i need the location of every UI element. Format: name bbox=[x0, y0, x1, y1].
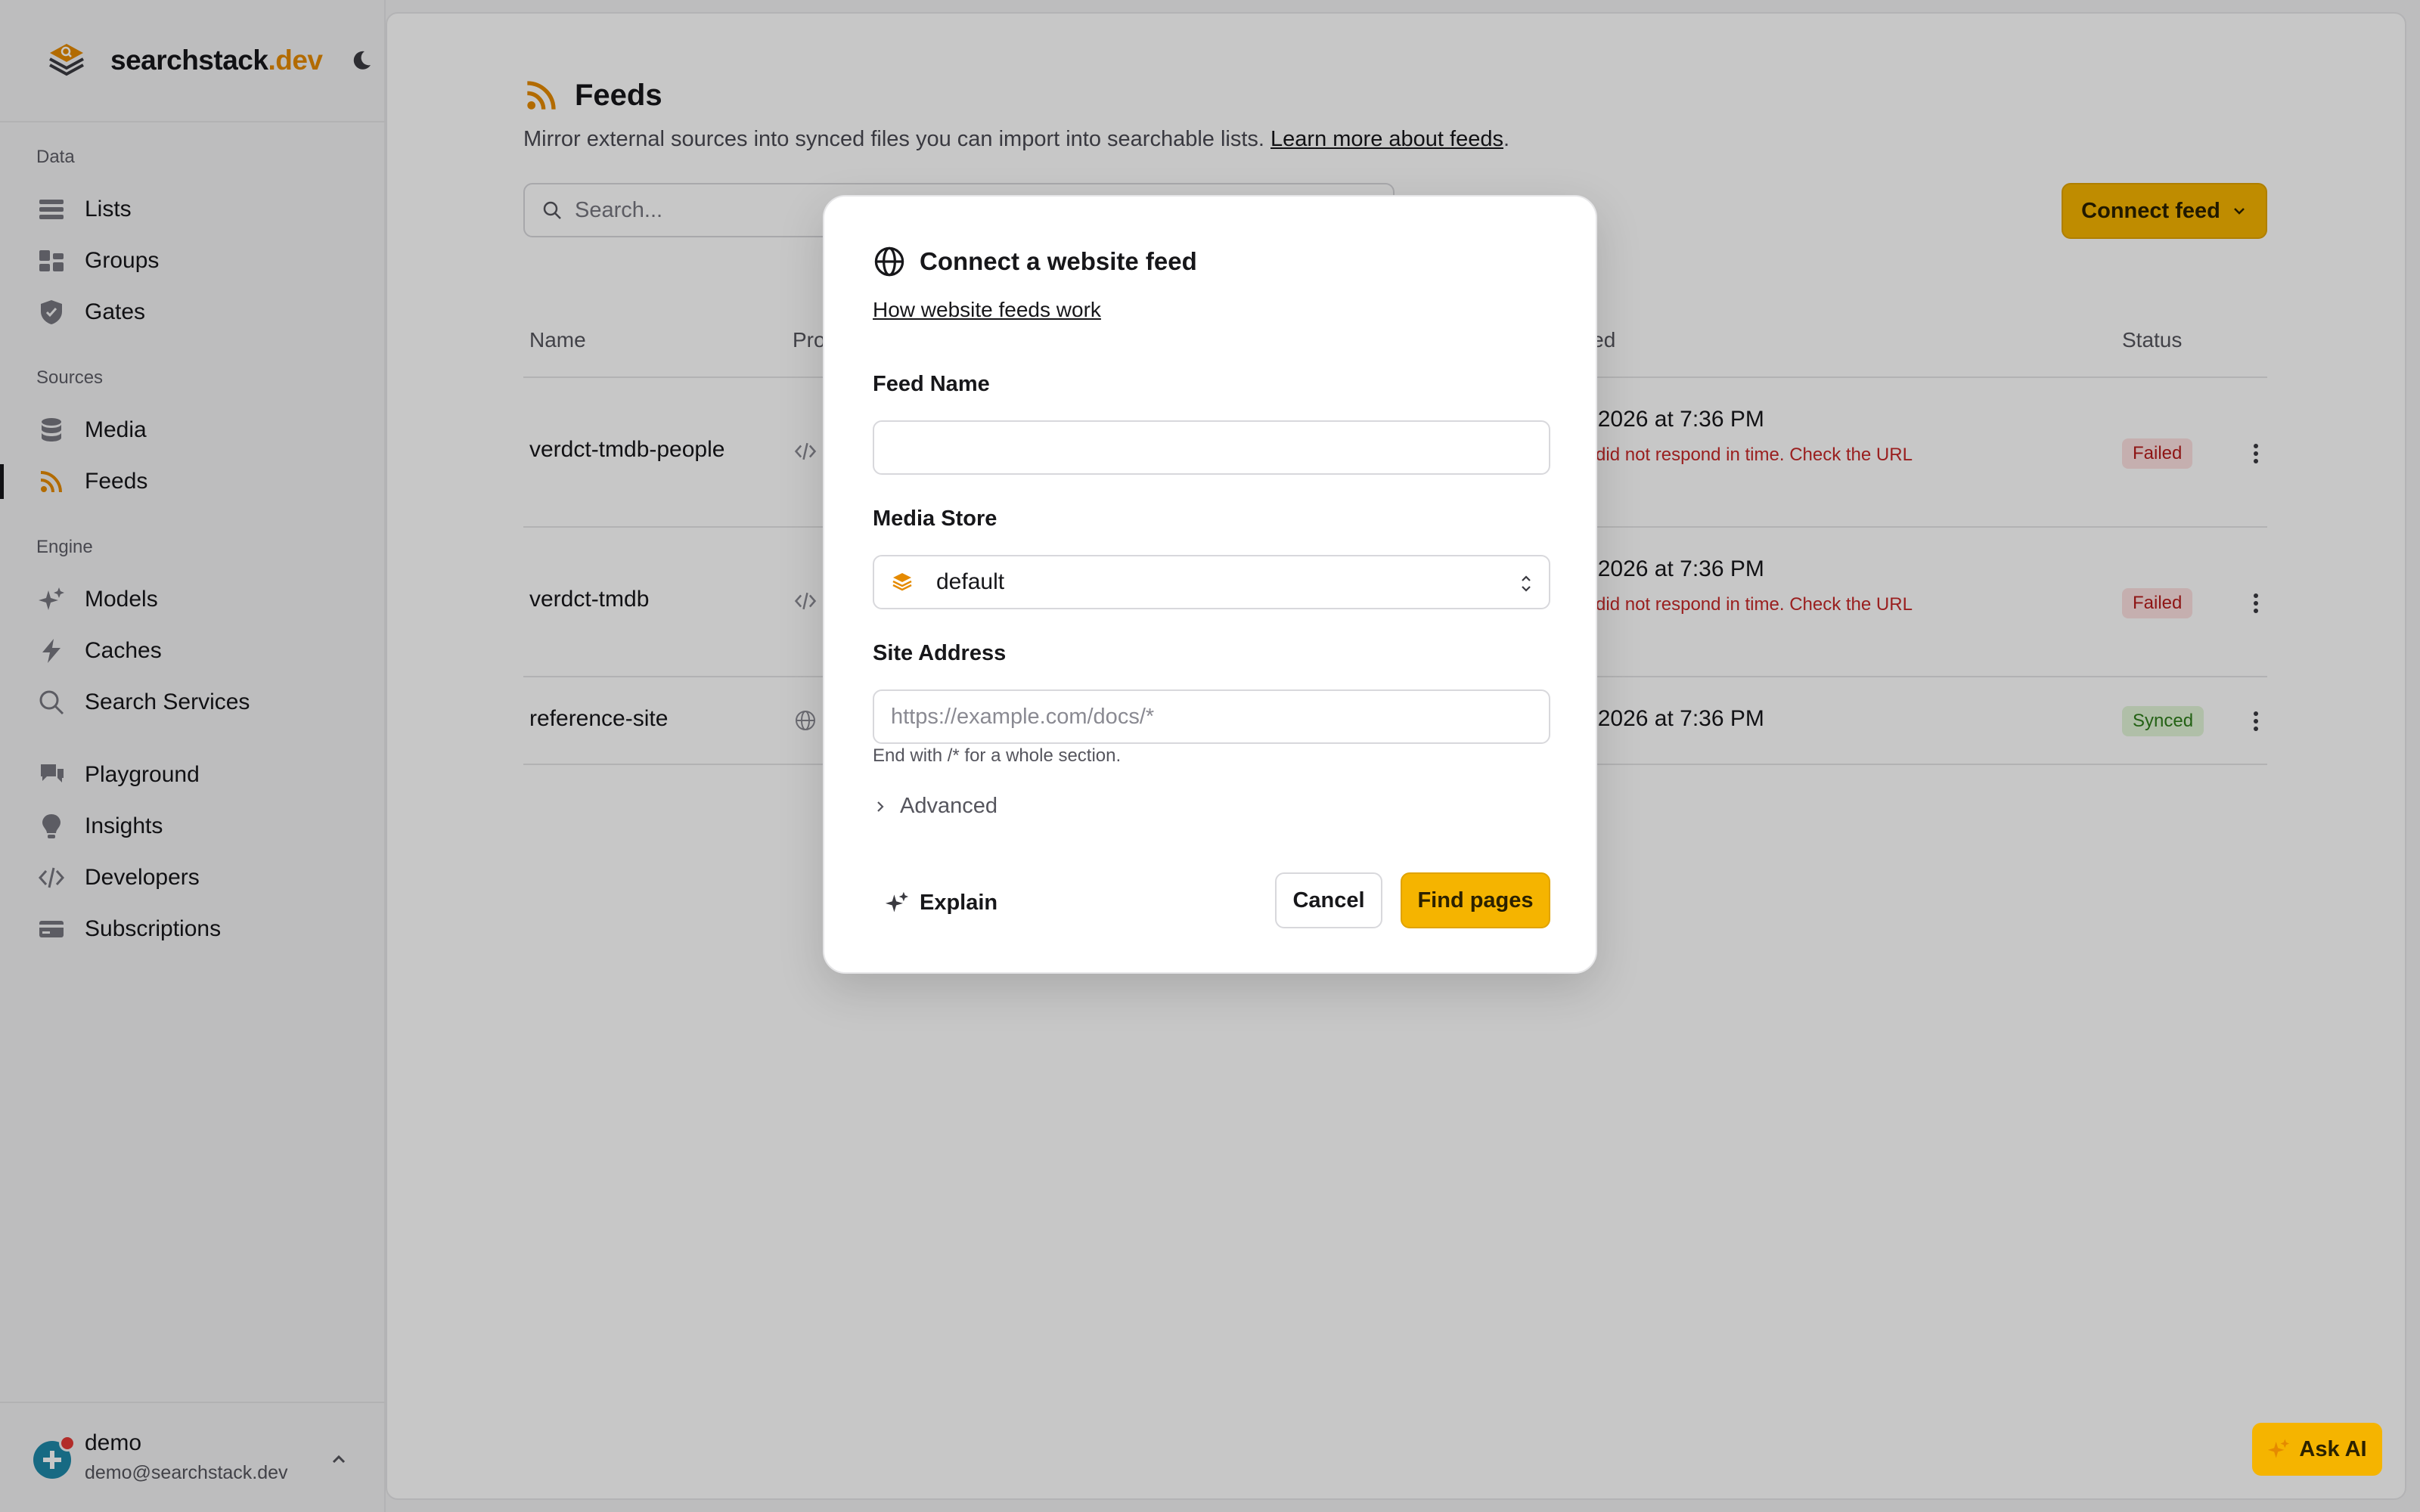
find-pages-button[interactable]: Find pages bbox=[1401, 872, 1550, 928]
feed-name-label: Feed Name bbox=[873, 372, 990, 396]
connect-feed-dialog: Connect a website feed How website feeds… bbox=[823, 195, 1597, 974]
stack-icon bbox=[892, 573, 912, 591]
explain-label: Explain bbox=[920, 890, 998, 915]
feed-name-input[interactable] bbox=[873, 420, 1550, 475]
advanced-toggle[interactable]: Advanced bbox=[873, 794, 997, 819]
sparkles-icon bbox=[885, 891, 909, 912]
ask-ai-label: Ask AI bbox=[2299, 1436, 2367, 1461]
how-feeds-work-link[interactable]: How website feeds work bbox=[873, 298, 1101, 322]
chevron-updown-icon bbox=[1522, 575, 1531, 592]
site-address-label: Site Address bbox=[873, 641, 1007, 665]
globe-icon bbox=[874, 246, 904, 277]
site-address-hint: End with /* for a whole section. bbox=[873, 745, 1122, 766]
cancel-button[interactable]: Cancel bbox=[1275, 872, 1382, 928]
chevron-right-icon bbox=[877, 801, 884, 812]
explain-button[interactable]: Explain bbox=[885, 875, 997, 930]
media-store-select[interactable]: default bbox=[873, 555, 1550, 609]
dialog-title: Connect a website feed bbox=[920, 247, 1197, 275]
dialog-header: Connect a website feed bbox=[873, 245, 1197, 278]
media-store-label: Media Store bbox=[873, 507, 997, 531]
ask-ai-button[interactable]: Ask AI bbox=[2252, 1423, 2382, 1476]
site-address-input[interactable] bbox=[873, 689, 1550, 744]
advanced-label: Advanced bbox=[900, 794, 997, 818]
media-store-value: default bbox=[936, 569, 1005, 594]
sparkles-icon bbox=[2268, 1439, 2290, 1458]
